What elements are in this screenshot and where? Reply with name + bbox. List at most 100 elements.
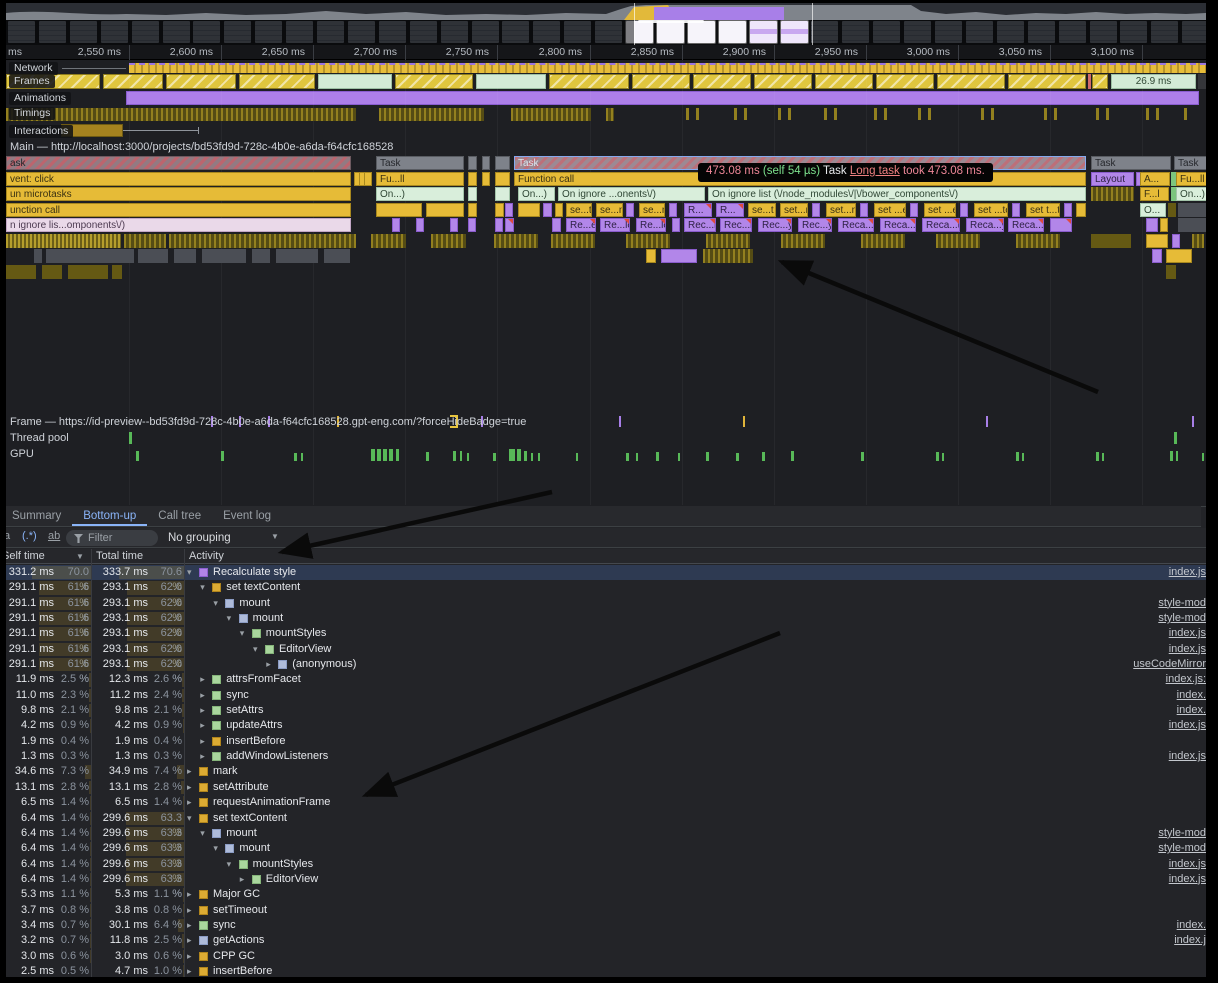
table-row[interactable]: 6.4 ms1.4 %299.6 ms63.3 %▾mountStylesind… bbox=[6, 857, 1206, 872]
flame-segment[interactable] bbox=[1168, 203, 1176, 217]
table-row[interactable]: 9.8 ms2.1 %9.8 ms2.1 %▸setAttrsindex. bbox=[6, 703, 1206, 718]
gpu-activity-tick[interactable] bbox=[1170, 451, 1173, 461]
flame-segment[interactable] bbox=[1152, 249, 1162, 263]
flame-segment[interactable]: Re...le bbox=[600, 218, 630, 232]
flame-segment[interactable]: Fu...ll bbox=[1176, 172, 1206, 186]
frame-duration-segment[interactable] bbox=[876, 74, 934, 89]
flame-segment[interactable]: Reca...yle bbox=[880, 218, 916, 232]
flame-segment[interactable]: set ...tent bbox=[974, 203, 1008, 217]
expand-open-icon[interactable]: ▾ bbox=[227, 611, 232, 626]
match-case-icon[interactable]: a bbox=[6, 530, 10, 542]
table-row[interactable]: 13.1 ms2.8 %13.1 ms2.8 %▸setAttribute bbox=[6, 780, 1206, 795]
source-link[interactable]: useCodeMirror bbox=[1133, 657, 1206, 672]
frame-duration-segment[interactable] bbox=[1092, 74, 1108, 89]
frame-duration-segment[interactable]: 26.9 ms bbox=[1111, 74, 1196, 89]
flame-segment[interactable] bbox=[376, 203, 422, 217]
table-row[interactable]: 291.1 ms61.6 %293.1 ms62.0 %▾set textCon… bbox=[6, 580, 1206, 595]
flame-segment[interactable] bbox=[669, 203, 677, 217]
flame-segment[interactable] bbox=[860, 203, 868, 217]
flame-segment[interactable] bbox=[495, 156, 510, 170]
expand-open-icon[interactable]: ▾ bbox=[187, 565, 192, 580]
flame-segment[interactable] bbox=[861, 234, 905, 248]
gpu-activity-tick[interactable] bbox=[426, 452, 429, 461]
timing-tick[interactable] bbox=[1106, 108, 1109, 120]
flame-segment[interactable] bbox=[34, 249, 42, 263]
flame-segment[interactable] bbox=[468, 156, 477, 170]
gpu-activity-tick[interactable] bbox=[467, 453, 469, 461]
table-row[interactable]: 291.1 ms61.6 %293.1 ms62.0 %▾mountstyle-… bbox=[6, 611, 1206, 626]
table-row[interactable]: 11.0 ms2.3 %11.2 ms2.4 %▸syncindex. bbox=[6, 688, 1206, 703]
screenshot-thumbnail[interactable] bbox=[719, 21, 746, 43]
flame-segment[interactable]: set...nt bbox=[780, 203, 808, 217]
expand-open-icon[interactable]: ▾ bbox=[240, 626, 245, 641]
source-link[interactable]: index. bbox=[1177, 703, 1206, 718]
flame-segment[interactable] bbox=[450, 218, 458, 232]
gpu-activity-tick[interactable] bbox=[531, 453, 533, 461]
tab-call-tree[interactable]: Call tree bbox=[147, 506, 212, 526]
column-self-time[interactable]: Self time bbox=[6, 549, 45, 564]
expand-closed-icon[interactable]: ▸ bbox=[187, 964, 192, 977]
screenshot-thumbnail[interactable] bbox=[750, 21, 777, 43]
selection-grip[interactable] bbox=[638, 20, 704, 23]
expand-closed-icon[interactable]: ▸ bbox=[200, 749, 205, 764]
flame-segment[interactable] bbox=[431, 234, 466, 248]
timing-tick[interactable] bbox=[788, 108, 791, 120]
flame-segment[interactable]: Task bbox=[1091, 156, 1171, 170]
gpu-activity-tick[interactable] bbox=[861, 452, 864, 461]
flame-segment[interactable] bbox=[468, 218, 476, 232]
expand-closed-icon[interactable]: ▸ bbox=[187, 780, 192, 795]
flame-segment[interactable]: unction call bbox=[6, 203, 351, 217]
gpu-activity-tick[interactable] bbox=[538, 453, 540, 461]
table-row[interactable]: 2.5 ms0.5 %4.7 ms1.0 %▸insertBefore bbox=[6, 964, 1206, 977]
table-row[interactable]: 291.1 ms61.6 %293.1 ms62.0 %▾mountstyle-… bbox=[6, 596, 1206, 611]
threadpool-activity-tick[interactable] bbox=[1174, 432, 1177, 444]
flame-segment[interactable] bbox=[518, 203, 540, 217]
flame-segment[interactable] bbox=[68, 265, 108, 279]
flame-segment[interactable] bbox=[1012, 203, 1020, 217]
track-label-timings[interactable]: Timings bbox=[9, 107, 55, 120]
tab-bottom-up[interactable]: Bottom-up bbox=[72, 506, 147, 526]
timing-block[interactable] bbox=[606, 108, 614, 121]
flame-segment[interactable]: A... bbox=[1140, 172, 1170, 186]
expand-open-icon[interactable]: ▾ bbox=[200, 826, 205, 841]
table-row[interactable]: 1.3 ms0.3 %1.3 ms0.3 %▸addWindowListener… bbox=[6, 749, 1206, 764]
expand-closed-icon[interactable]: ▸ bbox=[266, 657, 271, 672]
flame-segment[interactable]: set ...ent bbox=[924, 203, 956, 217]
flame-segment[interactable]: R... bbox=[684, 203, 712, 217]
flame-segment[interactable] bbox=[1160, 218, 1168, 232]
timing-block[interactable] bbox=[511, 108, 591, 121]
tab-event-log[interactable]: Event log bbox=[212, 506, 282, 526]
flame-segment[interactable]: set ...ent bbox=[874, 203, 906, 217]
flame-segment[interactable] bbox=[46, 249, 134, 263]
flame-segment[interactable] bbox=[6, 265, 36, 279]
flame-segment[interactable]: Reca...yle bbox=[966, 218, 1004, 232]
flame-segment[interactable] bbox=[495, 203, 504, 217]
frame-duration-segment[interactable] bbox=[815, 74, 873, 89]
frame-duration-segment[interactable] bbox=[476, 74, 546, 89]
expand-closed-icon[interactable]: ▸ bbox=[240, 872, 245, 887]
table-row[interactable]: 3.2 ms0.7 %11.8 ms2.5 %▸getActionsindex.… bbox=[6, 933, 1206, 948]
table-row[interactable]: 6.4 ms1.4 %299.6 ms63.3 %▸EditorViewinde… bbox=[6, 872, 1206, 887]
flame-segment[interactable] bbox=[482, 156, 490, 170]
flame-segment[interactable] bbox=[392, 218, 400, 232]
source-link[interactable]: index. bbox=[1177, 688, 1206, 703]
expand-closed-icon[interactable]: ▸ bbox=[200, 703, 205, 718]
flame-segment[interactable]: On ignore list (\/node_modules\/|\/bower… bbox=[708, 187, 1086, 201]
flame-segment[interactable]: Rec...le bbox=[684, 218, 716, 232]
flame-segment[interactable] bbox=[1050, 218, 1072, 232]
flame-segment[interactable]: un microtasks bbox=[6, 187, 351, 201]
flame-segment[interactable] bbox=[1091, 234, 1131, 248]
flame-segment[interactable] bbox=[276, 249, 318, 263]
frame-duration-segment[interactable] bbox=[754, 74, 812, 89]
column-total-time[interactable]: Total time bbox=[96, 549, 143, 564]
flame-segment[interactable] bbox=[482, 172, 490, 186]
flame-segment[interactable] bbox=[364, 172, 372, 186]
flame-segment[interactable] bbox=[543, 203, 552, 217]
source-link[interactable]: style-mod bbox=[1158, 611, 1206, 626]
flame-segment[interactable] bbox=[1192, 234, 1204, 248]
flame-segment[interactable] bbox=[1166, 265, 1176, 279]
timing-block[interactable] bbox=[379, 108, 484, 121]
flame-segment[interactable]: Reca...yle bbox=[1008, 218, 1044, 232]
screenshot-thumbnail[interactable] bbox=[657, 21, 684, 43]
table-row[interactable]: 6.4 ms1.4 %299.6 ms63.3 %▾mountstyle-mod bbox=[6, 826, 1206, 841]
